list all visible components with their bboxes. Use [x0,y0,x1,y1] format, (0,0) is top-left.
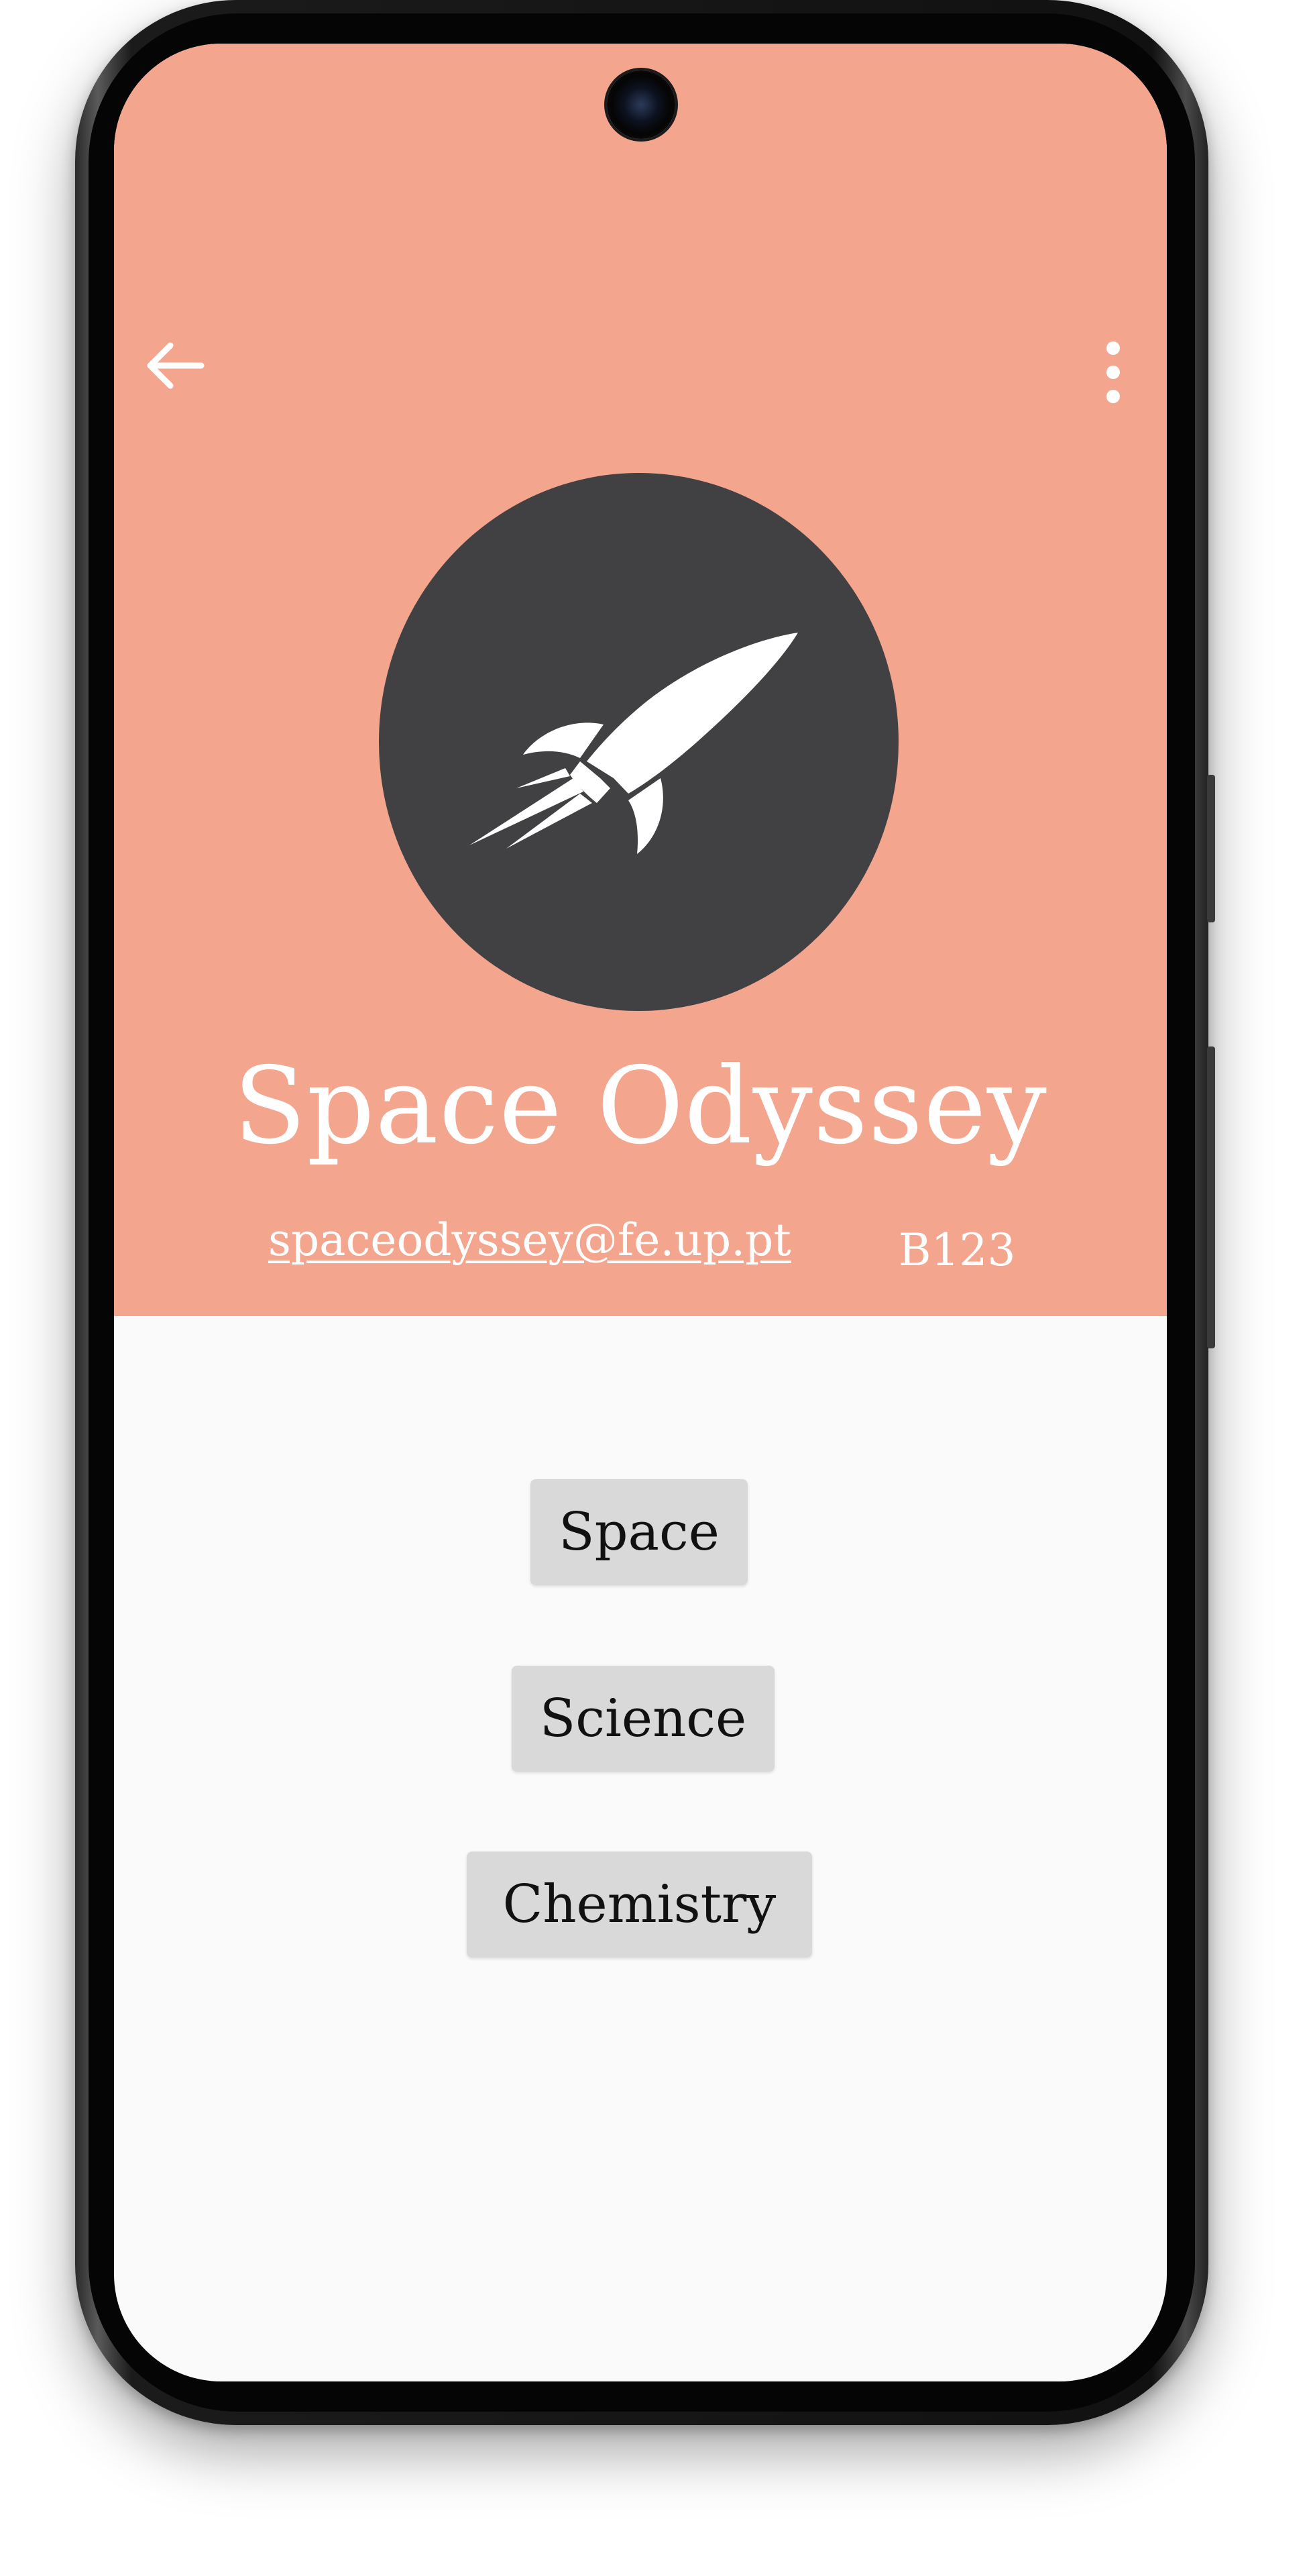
arrow-left-icon [147,342,205,389]
front-camera [607,70,675,139]
tag-chemistry[interactable]: Chemistry [467,1851,812,1957]
volume-button [1207,775,1215,922]
email-link[interactable]: spaceodyssey@fe.up.pt [268,1214,791,1266]
back-button[interactable] [134,325,215,406]
tag-space[interactable]: Space [530,1479,748,1585]
app-screen: Space Odyssey spaceodyssey@fe.up.pt B123… [114,44,1167,2381]
profile-logo [379,473,899,1011]
room-label: B123 [899,1224,1016,1276]
power-button [1207,1046,1215,1348]
profile-header: Space Odyssey spaceodyssey@fe.up.pt B123 [114,44,1167,1316]
rocket-icon [469,633,798,854]
tag-science[interactable]: Science [512,1666,775,1772]
more-options-button[interactable] [1080,325,1147,419]
more-vertical-icon [1106,341,1120,403]
page-title: Space Odyssey [233,1044,1047,1168]
